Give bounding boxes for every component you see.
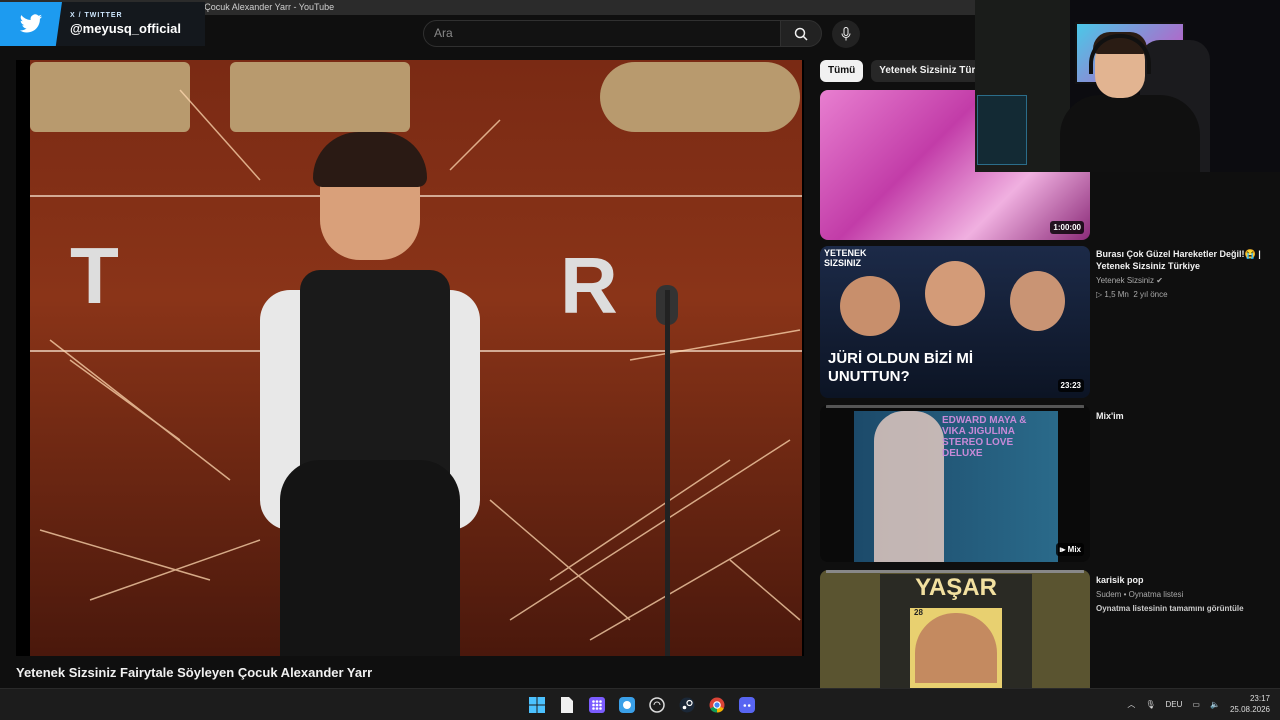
webcam-overlay xyxy=(975,0,1280,172)
cover-figure xyxy=(874,411,944,562)
webcam-pc-case xyxy=(977,95,1027,165)
search-input[interactable]: Ara xyxy=(423,20,781,47)
system-tray: ︿ 🎙 DEU ▭ 🔈 23:17 25.08.2026 xyxy=(1127,693,1270,715)
rec-age: 2 yıl önce xyxy=(1133,290,1168,299)
album-title: YAŞAR xyxy=(915,574,997,601)
performer-trousers xyxy=(280,460,460,656)
rec-title[interactable]: Burası Çok Güzel Hareketler Değil!😭 | Ye… xyxy=(1096,248,1266,272)
microphone-icon xyxy=(841,27,851,41)
thumb-caption: JÜRİ OLDUN BİZİ Mİ UNUTTUN? xyxy=(828,350,973,385)
rec-thumbnail-3[interactable]: EDWARD MAYA & VIKA JIGULINA STEREO LOVE … xyxy=(820,405,1090,562)
chip-all[interactable]: Tümü xyxy=(820,60,864,82)
rec-thumbnail-2[interactable]: YETENEK SIZSINIZ JÜRİ OLDUN BİZİ Mİ UNUT… xyxy=(820,246,1090,398)
app-circle-icon[interactable] xyxy=(647,695,667,715)
app-grid-icon[interactable] xyxy=(587,695,607,715)
rec-thumbnail-4[interactable]: YAŞAR 28 xyxy=(820,570,1090,688)
rec-channel[interactable]: Sudem xyxy=(1096,590,1121,599)
album-title: EDWARD MAYA & VIKA JIGULINA STEREO LOVE … xyxy=(942,415,1027,459)
webcam-streamer-body xyxy=(1060,95,1200,172)
rec-info-3: Mix'im xyxy=(1096,410,1266,422)
clock[interactable]: 23:17 25.08.2026 xyxy=(1230,693,1270,715)
rec-title[interactable]: Mix'im xyxy=(1096,410,1266,422)
cover-photo xyxy=(910,608,1002,688)
cover-face xyxy=(915,613,997,683)
mix-badge: ı▸ Mix xyxy=(1056,543,1084,556)
video-duration: 23:23 xyxy=(1057,379,1084,392)
rec-info-4: karisik pop Sudem • Oynatma listesi Oyna… xyxy=(1096,574,1266,614)
view-full-playlist-link[interactable]: Oynatma listesinin tamamını görüntüle xyxy=(1096,603,1266,614)
verified-icon: ✔ xyxy=(1156,276,1163,285)
taskbar: ︿ 🎙 DEU ▭ 🔈 23:17 25.08.2026 xyxy=(0,688,1280,720)
clock-date: 25.08.2026 xyxy=(1229,705,1270,714)
language-indicator[interactable]: DEU xyxy=(1166,700,1183,709)
speaker-icon[interactable]: 🔈 xyxy=(1210,700,1220,709)
twitter-overlay: X / TWITTER @meyusq_official xyxy=(0,2,205,46)
clock-time: 23:17 xyxy=(1249,694,1270,703)
thumb-face xyxy=(840,276,900,336)
search-icon xyxy=(794,27,808,41)
rec-info-2: Burası Çok Güzel Hareketler Değil!😭 | Ye… xyxy=(1096,248,1266,300)
voice-search-button[interactable] xyxy=(832,20,860,48)
microphone-stand xyxy=(665,290,670,656)
video-duration: 1:00:00 xyxy=(1050,221,1084,234)
playlist-stack-edge xyxy=(826,570,1084,573)
file-icon[interactable] xyxy=(557,695,577,715)
video-title: Yetenek Sizsiniz Fairytale Söyleyen Çocu… xyxy=(16,665,373,680)
twitter-platform-label: X / TWITTER xyxy=(70,12,123,19)
app-blue-icon[interactable] xyxy=(617,695,637,715)
windows-start-icon[interactable] xyxy=(527,695,547,715)
discord-icon[interactable] xyxy=(737,695,757,715)
views-icon: ▷ xyxy=(1096,290,1103,299)
chrome-icon[interactable] xyxy=(707,695,727,715)
album-cover: EDWARD MAYA & VIKA JIGULINA STEREO LOVE … xyxy=(854,411,1058,562)
video-frame: T R xyxy=(30,60,802,656)
thumb-logo: YETENEK SIZSINIZ xyxy=(824,248,867,268)
search-button[interactable] xyxy=(780,20,822,47)
twitter-bird-icon xyxy=(0,2,62,46)
steam-icon[interactable] xyxy=(677,695,697,715)
mix-stack-edge xyxy=(826,405,1084,408)
thumb-face xyxy=(1010,271,1065,331)
rec-channel[interactable]: Yetenek Sizsiniz xyxy=(1096,276,1154,285)
album-cover: YAŞAR 28 xyxy=(880,574,1032,688)
video-player[interactable]: T R xyxy=(16,60,804,656)
rec-type: Oynatma listesi xyxy=(1128,590,1184,599)
thumb-face xyxy=(925,261,985,326)
mix-icon: ı▸ xyxy=(1059,545,1068,554)
chevron-up-icon[interactable]: ︿ xyxy=(1127,699,1135,710)
cover-number: 28 xyxy=(914,608,923,617)
microphone-tray-icon[interactable]: 🎙 xyxy=(1145,700,1155,709)
rec-title[interactable]: karisik pop xyxy=(1096,574,1266,586)
twitter-handle: @meyusq_official xyxy=(70,21,181,36)
display-icon[interactable]: ▭ xyxy=(1192,700,1200,709)
rec-views: 1,5 Mn xyxy=(1104,290,1129,299)
